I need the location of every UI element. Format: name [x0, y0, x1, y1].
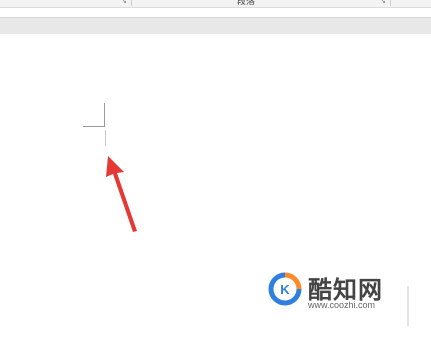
dialog-launcher-icon[interactable]: ↘ — [121, 0, 127, 5]
margin-corner-mark-vertical — [104, 103, 105, 127]
ribbon-bottom-strip: ↘ 段落 ↘ — [0, 0, 431, 8]
coozhi-logo-icon: K — [268, 272, 302, 306]
red-arrow-icon — [106, 156, 137, 232]
margin-corner-mark-horizontal — [83, 126, 105, 127]
ribbon-group-label-paragraph: 段落 — [237, 0, 256, 6]
svg-text:K: K — [280, 282, 290, 297]
ribbon-group-separator — [390, 0, 391, 6]
text-cursor — [105, 130, 106, 146]
paragraph-dialog-launcher-icon[interactable]: ↘ — [380, 0, 386, 5]
horizontal-ruler[interactable] — [0, 17, 431, 35]
watermark: K 酷知网 www.coozhi.com — [268, 270, 418, 320]
ribbon-group-separator — [131, 0, 132, 6]
decorative-line — [407, 286, 409, 326]
watermark-url: www.coozhi.com — [308, 300, 376, 310]
